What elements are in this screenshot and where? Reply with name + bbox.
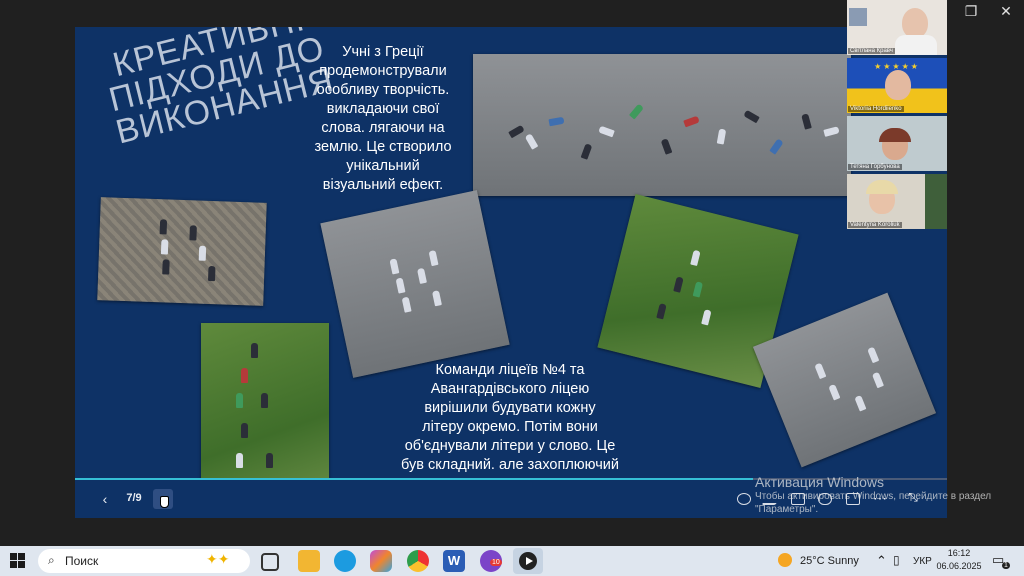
weather-text[interactable]: 25°C Sunny [800,555,859,567]
sun-icon [778,553,792,567]
restore-button[interactable]: ❐ [956,4,986,22]
clock-time[interactable]: 16:12 [939,548,979,558]
photo-europe-word [473,54,851,196]
participant-name: Тетяна Горбунова [848,164,902,170]
participant-tile[interactable]: Тетяна Горбунова [847,116,947,171]
activation-title: Активация Windows [755,474,885,490]
viber-icon[interactable]: 10 [480,550,502,572]
participant-tile[interactable]: Valentyna Koroliuk [847,174,947,229]
search-icon: ⌕ [48,553,55,567]
copilot-icon[interactable] [370,550,392,572]
notification-badge: 1 [1002,562,1010,569]
task-view-icon[interactable] [261,553,279,571]
edge-icon[interactable] [334,550,356,572]
close-button[interactable]: ✕ [991,4,1021,22]
slide-text-bottom: Команди ліцеїв №4 та Авангардівського лі… [401,362,619,492]
search-placeholder: Поиск [65,554,99,568]
taskbar-search[interactable]: ⌕ Поиск ✦✦ [38,549,250,573]
participant-tile[interactable]: Світлана Кравч [847,0,947,55]
chrome-icon[interactable] [407,550,429,572]
activation-watermark: Активация Windows Чтобы активировать Win… [755,474,995,516]
windows-start-icon[interactable] [10,553,26,569]
viber-badge: 10 [490,559,502,566]
tray-chevron-icon[interactable]: ⌃ [876,553,887,569]
cursor-hand-icon [160,496,169,508]
language-indicator[interactable]: УКР [913,556,932,567]
participant-name: Світлана Кравч [848,48,895,54]
page-counter: 7/9 [126,492,142,504]
prev-slide-button[interactable]: ‹ [97,491,113,507]
sparkle-icon: ✦✦ [206,551,230,567]
photo-letter-k [320,190,510,378]
participant-name: Viktoriia Hordiienko [848,106,904,112]
clock-date[interactable]: 06.06.2025 [932,561,986,571]
word-icon[interactable]: W [443,550,465,572]
battery-icon[interactable]: ▯ [893,553,900,567]
media-player-button[interactable] [513,548,543,574]
zoom-icon[interactable] [737,493,751,505]
activation-text: Чтобы активировать Windows, перейдите в … [755,491,992,515]
participant-tile[interactable]: ★★★★★ Viktoriia Hordiienko [847,58,947,113]
photo-letter-n [97,197,267,306]
file-explorer-icon[interactable] [298,550,320,572]
photo-letter-u [752,292,937,468]
presentation-slide: КРЕАТИВНІ ПІДХОДИ ДО ВИКОНАННЯ Учні з Гр… [75,27,947,518]
slide-text-top: Учні з Греції продемонстрували особливу … [314,44,452,193]
participant-name: Valentyna Koroliuk [848,222,902,228]
